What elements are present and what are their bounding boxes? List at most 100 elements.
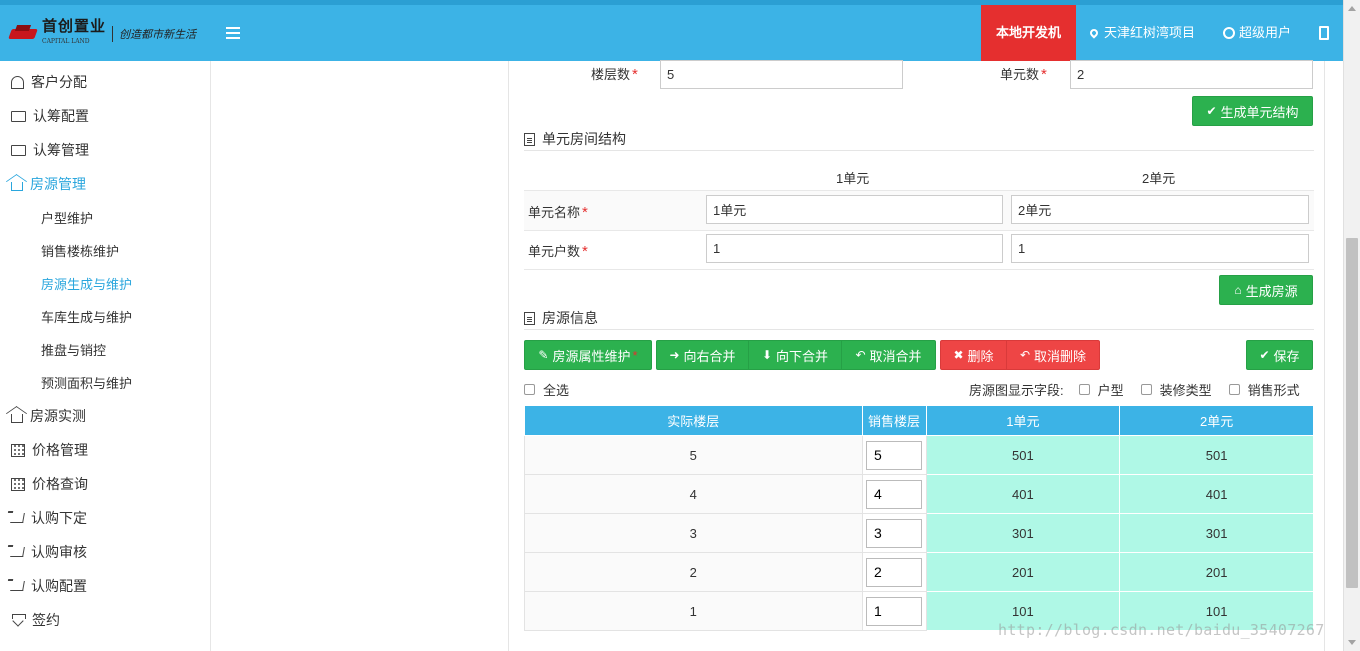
room-cell[interactable]: 201 (925, 552, 1121, 592)
checkbox-sales-form[interactable] (1228, 384, 1240, 395)
delete-button[interactable]: ✖ 删除 (940, 340, 1007, 370)
unit-count-input-1[interactable] (706, 234, 1003, 263)
col-unit-2: 2单元 (1119, 405, 1314, 436)
sales-floor-input[interactable] (866, 479, 922, 509)
unit-name-input-2[interactable] (1011, 195, 1309, 224)
sales-floor-input[interactable] (866, 596, 922, 626)
checkbox-icon (524, 384, 535, 395)
sidebar-item-subscription-review[interactable]: 认购审核 (0, 535, 210, 569)
page-scrollbar[interactable] (1343, 0, 1360, 651)
sidebar-item-price-management[interactable]: 价格管理 (0, 433, 210, 467)
house-attr-button[interactable]: ✎ 房源属性维护 * (524, 340, 652, 370)
home-icon (11, 182, 23, 191)
sales-floor-input[interactable] (866, 440, 922, 470)
sidebar-item-price-query[interactable]: 价格查询 (0, 467, 210, 501)
main-content: 楼层数* 单元数* ✔生成单元结构 单元房间结构 1单元 2单元 单元名称* 单… (212, 60, 1343, 651)
top-header: 首创置业 CAPITAL LAND 创造都市新生活 本地开发机 天津红树湾项目 … (0, 0, 1343, 61)
sidebar-item-subscription-order[interactable]: 认购下定 (0, 501, 210, 535)
check-circle-icon: ✔ (1259, 348, 1270, 362)
arrow-right-icon: ➜ (669, 348, 680, 362)
sidebar: 客户分配 认筹配置 认筹管理 房源管理 户型维护 销售楼栋维护 房源生成与维护 … (0, 61, 211, 651)
room-cell[interactable]: 201 (1119, 552, 1314, 592)
room-cell[interactable]: 501 (1119, 435, 1314, 475)
select-all-checkbox[interactable]: 全选 (524, 380, 569, 399)
document-icon (524, 132, 535, 146)
menu-toggle-icon[interactable] (226, 27, 240, 39)
room-cell[interactable]: 301 (925, 513, 1121, 553)
calendar-icon (11, 477, 25, 491)
unit-name-input-1[interactable] (706, 195, 1003, 224)
calendar-icon (11, 443, 25, 457)
sidebar-item-pledge-config[interactable]: 认筹配置 (0, 99, 210, 133)
cart-icon (10, 513, 25, 523)
panel-icon (1319, 26, 1329, 40)
room-cell[interactable]: 301 (1119, 513, 1314, 553)
sidebar-subitem-sales-control[interactable]: 推盘与销控 (0, 333, 210, 366)
scroll-down-icon[interactable] (1348, 640, 1356, 645)
sidebar-item-customer-allocation[interactable]: 客户分配 (0, 65, 210, 99)
sidebar-subitem-sales-building[interactable]: 销售楼栋维护 (0, 234, 210, 267)
sidebar-subitem-predicted-area[interactable]: 预测面积与维护 (0, 366, 210, 399)
unit-count-input-2[interactable] (1011, 234, 1309, 263)
scroll-up-icon[interactable] (1348, 6, 1356, 11)
folder-icon (11, 144, 26, 156)
checkbox-house-type[interactable] (1078, 384, 1090, 395)
room-cell[interactable]: 401 (925, 474, 1121, 514)
sales-floor-input[interactable] (866, 518, 922, 548)
sidebar-subitem-housing-generation[interactable]: 房源生成与维护 (0, 267, 210, 300)
col-sales-floor: 销售楼层 (861, 405, 927, 436)
display-fields-label: 房源图显示字段: (969, 383, 1064, 398)
house-section-title: 房源信息 (524, 308, 598, 328)
cancel-merge-button[interactable]: ↶ 取消合并 (841, 340, 936, 370)
sidebar-subitem-house-type[interactable]: 户型维护 (0, 201, 210, 234)
folder-icon (11, 110, 26, 122)
col-unit-1: 1单元 (925, 405, 1121, 436)
logo-title: 首创置业 (42, 17, 107, 35)
sidebar-subitem-garage-generation[interactable]: 车库生成与维护 (0, 300, 210, 333)
checkbox-decoration-type[interactable] (1140, 384, 1152, 395)
unit-count-label: 单元户数 * (528, 243, 588, 260)
sidebar-item-housing-management[interactable]: 房源管理 (0, 167, 210, 201)
unit-name-label: 单元名称 * (528, 204, 588, 221)
home-icon (11, 414, 23, 423)
cart-icon (10, 581, 25, 591)
unit-header-2: 2单元 (1142, 171, 1176, 186)
user-name: 超级用户 (1238, 25, 1291, 40)
room-cell[interactable]: 501 (925, 435, 1121, 475)
sales-floor-input[interactable] (866, 557, 922, 587)
sidebar-item-housing-measure[interactable]: 房源实测 (0, 399, 210, 433)
sidebar-item-pledge-management[interactable]: 认筹管理 (0, 133, 210, 167)
env-badge[interactable]: 本地开发机 (980, 5, 1076, 61)
units-input[interactable] (1070, 60, 1313, 89)
merge-down-button[interactable]: ⬇ 向下合并 (748, 340, 842, 370)
check-icon: ✔ (1206, 104, 1217, 118)
logo[interactable]: 首创置业 CAPITAL LAND 创造都市新生活 (8, 17, 200, 51)
home-icon: ⌂ (1234, 283, 1242, 297)
content-panel: 楼层数* 单元数* ✔生成单元结构 单元房间结构 1单元 2单元 单元名称* 单… (508, 60, 1325, 651)
sidebar-item-contract[interactable]: 签约 (0, 603, 210, 637)
close-icon: ✖ (953, 348, 964, 362)
generate-rooms-button[interactable]: ⌂ 生成房源 (1219, 275, 1313, 305)
merge-right-button[interactable]: ➜ 向右合并 (656, 340, 749, 370)
watermark: http://blog.csdn.net/baidu_35407267 (998, 621, 1325, 639)
user-icon (11, 75, 24, 89)
table-row: 4 401 401 (524, 474, 1314, 514)
generate-units-button[interactable]: ✔ 生成单元结构 (1192, 96, 1313, 126)
unit-header-1: 1单元 (836, 171, 870, 186)
logo-slogan: 创造都市新生活 (112, 26, 196, 42)
project-selector[interactable]: 天津红树湾项目 (1076, 5, 1209, 61)
diamond-icon (11, 614, 26, 626)
map-marker-icon (1088, 27, 1100, 39)
floors-input[interactable] (660, 60, 903, 89)
cancel-delete-button[interactable]: ↶ 取消删除 (1006, 340, 1100, 370)
sidebar-item-subscription-config[interactable]: 认购配置 (0, 569, 210, 603)
save-button[interactable]: ✔ 保存 (1246, 340, 1313, 370)
col-actual-floor: 实际楼层 (524, 405, 863, 436)
room-cell[interactable]: 401 (1119, 474, 1314, 514)
sidebar-toggle-button[interactable] (1305, 5, 1343, 61)
arrow-down-icon: ⬇ (761, 348, 773, 362)
user-menu[interactable]: 超级用户 (1209, 5, 1305, 61)
user-icon (1222, 27, 1235, 39)
scroll-thumb[interactable] (1346, 238, 1358, 588)
table-row: 2 201 201 (524, 552, 1314, 592)
